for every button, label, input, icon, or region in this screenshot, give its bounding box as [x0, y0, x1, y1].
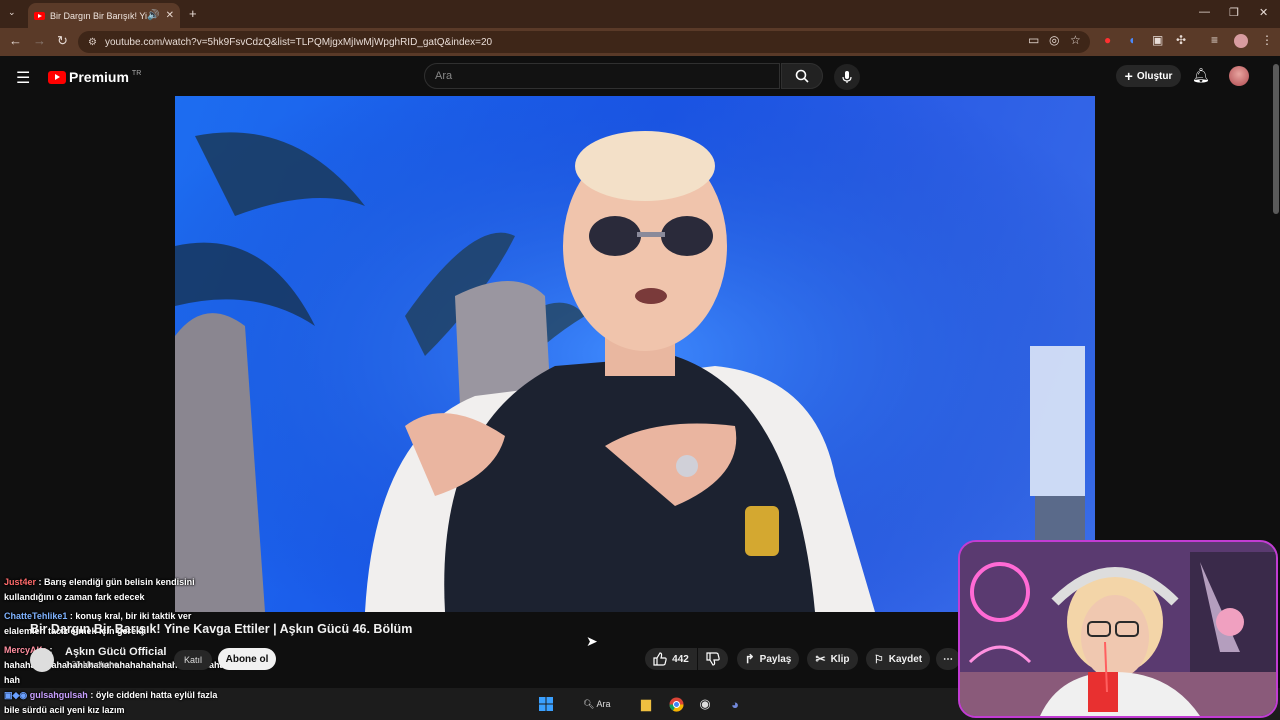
save-label: Kaydet [888, 653, 923, 665]
speaker-icon[interactable]: 🔊 [147, 10, 159, 21]
taskbar-search-label: Ara [596, 699, 611, 709]
dislike-button[interactable] [698, 648, 728, 670]
account-avatar[interactable] [1229, 66, 1249, 86]
more-actions-button[interactable]: ⋯ [936, 648, 960, 670]
youtube-premium-logo[interactable]: Premium TR [48, 69, 141, 85]
extensions-puzzle-icon[interactable]: ✣ [1176, 33, 1186, 47]
like-button[interactable]: 442 [645, 648, 697, 670]
taskbar-search[interactable]: 🔍︎ Ara [583, 699, 610, 710]
save-button[interactable]: ⚐ Kaydet [866, 648, 930, 670]
video-title: Bir Dargın Bir Barışık! Yine Kavga Ettil… [30, 622, 413, 636]
reload-icon[interactable]: ↻ [57, 33, 68, 49]
minimize-button[interactable]: — [1199, 6, 1210, 18]
hamburger-menu-icon[interactable]: ☰ [16, 68, 30, 88]
country-code: TR [131, 69, 142, 77]
tab-title: Bir Dargın Bir Barışık! Yine Kavga Ettil… [50, 10, 148, 21]
mouse-cursor-icon: ➤ [586, 633, 598, 649]
chat-message: bile sürdü acil yeni kız lazım [4, 705, 125, 715]
create-button[interactable]: + Oluştur [1116, 65, 1181, 87]
scrollbar-thumb[interactable] [1273, 64, 1279, 214]
close-window-button[interactable]: ✕ [1259, 6, 1268, 19]
extension-icon[interactable]: ▣ [1152, 33, 1163, 47]
clip-label: Klip [830, 653, 850, 665]
thumbs-up-icon [653, 652, 667, 666]
channel-name[interactable]: Aşkın Gücü Official [65, 646, 166, 658]
url-text: youtube.com/watch?v=5hk9FsvCdzQ&list=TLP… [104, 36, 493, 48]
share-label: Paylaş [759, 653, 792, 665]
channel-avatar[interactable] [30, 648, 54, 672]
file-explorer-icon[interactable]: ▆ [638, 696, 654, 712]
cast-icon[interactable]: ▭ [1028, 33, 1039, 47]
new-tab-button[interactable]: + [189, 6, 197, 21]
video-frame [175, 96, 1095, 612]
discord-icon[interactable]: ◕ [727, 696, 743, 712]
search-icon [795, 69, 809, 83]
tab-search-icon[interactable]: ⌄ [8, 7, 16, 18]
chat-message: kullandığını o zaman fark edecek [4, 592, 145, 602]
extension-blue-icon[interactable]: ◖ [1128, 33, 1135, 47]
like-count: 442 [672, 653, 689, 665]
create-label: Oluştur [1136, 70, 1173, 82]
obs-icon[interactable]: ◉ [697, 696, 713, 712]
scissors-icon: ✂ [815, 652, 826, 666]
chrome-icon[interactable] [668, 696, 684, 712]
windows-logo-icon [539, 697, 553, 711]
restore-button[interactable]: ❐ [1229, 6, 1239, 19]
media-queue-icon[interactable]: ≡ [1211, 33, 1218, 47]
logo-text: Premium [69, 69, 129, 85]
chat-message: hah [4, 675, 21, 685]
chat-message: Just4er : Barış elendiği gün belisin ken… [4, 577, 195, 587]
chat-badge-icon: ▣◆◉ [4, 690, 28, 700]
webcam-frame [960, 542, 1276, 716]
video-player[interactable] [175, 96, 1095, 612]
tab-close-icon[interactable]: ✕ [166, 10, 174, 21]
bookmark-icon: ⚐ [873, 653, 884, 666]
microphone-icon [842, 71, 852, 83]
browser-menu-icon[interactable]: ⋮ [1261, 33, 1273, 47]
chrome-logo-icon [668, 697, 684, 712]
channel-subscribers: 1,35 Mn abone [65, 660, 119, 669]
streamer-webcam [958, 540, 1278, 718]
join-button[interactable]: Katıl [174, 650, 212, 670]
taskbar-search-icon: 🔍︎ [583, 699, 595, 709]
share-icon: ↱ [744, 652, 755, 666]
youtube-favicon-icon [34, 11, 45, 20]
youtube-logo-icon [48, 70, 66, 84]
bookmark-star-icon[interactable]: ☆ [1070, 33, 1081, 47]
search-input[interactable]: Ara [424, 63, 780, 89]
plus-icon: + [1124, 68, 1133, 84]
eye-off-icon[interactable]: ◎ [1049, 33, 1059, 47]
search-button[interactable] [781, 63, 823, 89]
subscribe-button[interactable]: Abone ol [218, 648, 276, 670]
voice-search-button[interactable] [834, 64, 860, 90]
site-info-icon[interactable]: ⚙ [88, 37, 97, 48]
clip-button[interactable]: ✂ Klip [807, 648, 858, 670]
notifications-bell-icon[interactable]: 🔔︎ [1192, 67, 1210, 84]
search-placeholder: Ara [435, 70, 453, 82]
address-bar[interactable]: ⚙ youtube.com/watch?v=5hk9FsvCdzQ&list=T… [78, 31, 1090, 53]
back-icon[interactable]: ← [9, 33, 22, 48]
share-button[interactable]: ↱ Paylaş [737, 648, 799, 670]
chat-message: ▣◆◉ gulsahgulsah : öyle ciddeni hatta ey… [4, 690, 218, 700]
extension-red-icon[interactable]: ● [1104, 33, 1111, 47]
thumbs-down-icon [706, 652, 720, 666]
profile-avatar[interactable] [1234, 34, 1248, 48]
windows-start-icon[interactable] [538, 696, 554, 712]
browser-tab[interactable]: Bir Dargın Bir Barışık! Yine Kavga Ettil… [28, 3, 180, 28]
live-chat-overlay-bottom: ▣◆◉ gulsahgulsah : öyle ciddeni hatta ey… [4, 688, 264, 718]
forward-icon[interactable]: → [33, 33, 46, 48]
